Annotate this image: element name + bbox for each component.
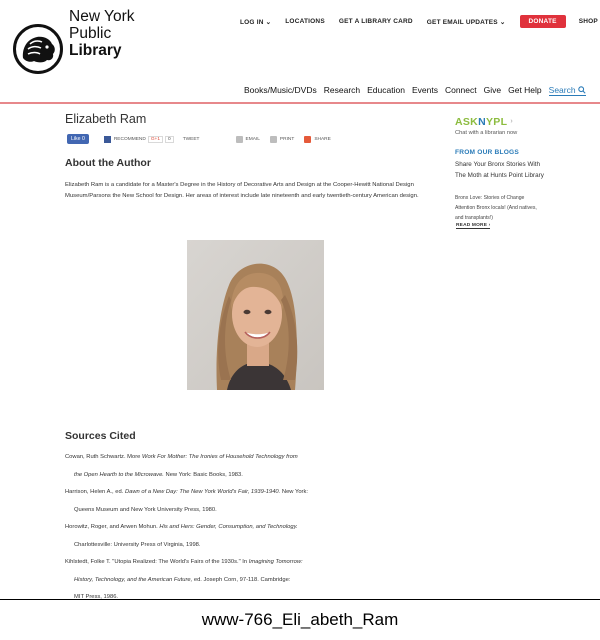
- citation-title: Imagining Tomorrow:: [248, 559, 303, 565]
- blogs-heading: FROM OUR BLOGS: [455, 149, 519, 156]
- page-title: Elizabeth Ram: [65, 112, 147, 126]
- share-icon: [304, 135, 312, 143]
- locations-link[interactable]: LOCATIONS: [285, 18, 325, 25]
- citation-continuation: History, Technology, and the American Fu…: [65, 572, 425, 590]
- search-link[interactable]: Search: [548, 85, 586, 96]
- share-label: SHARE: [314, 136, 331, 142]
- login-link[interactable]: LOG IN ⌄: [240, 18, 271, 26]
- print-icon: [269, 135, 277, 143]
- citation-title: His and Hers: Gender, Consumption, and T…: [159, 524, 298, 530]
- share-bar: Like 0 RECOMMEND G+1 0 TWEET EMAIL PRINT…: [67, 134, 341, 144]
- blog-post-excerpt: Bronx Love: Stories of Change Attention …: [455, 195, 537, 221]
- author-bio: Elizabeth Ram is a candidate for a Maste…: [65, 182, 419, 199]
- author-portrait: [187, 240, 324, 390]
- citation-item: Kihlstedt, Folke T. "Utopia Realized: Th…: [65, 554, 425, 600]
- logo-line-3: Library: [69, 42, 122, 59]
- chevron-down-icon: ⌄: [265, 18, 272, 26]
- ask-nypl-link[interactable]: ASKNYPL ›: [455, 116, 513, 128]
- citation-title: Work For Mother: The Ironies of Househol…: [142, 454, 298, 460]
- citation-author: Kihlstedt, Folke T. "Utopia Realized: Th…: [65, 559, 249, 565]
- main-nav: Books/Music/DVDs Research Education Even…: [244, 85, 586, 96]
- citation-place: New York:: [280, 489, 308, 495]
- login-label: LOG IN: [240, 18, 264, 26]
- google-plus-count: 0: [165, 135, 174, 143]
- search-label: Search: [548, 85, 576, 95]
- print-button[interactable]: PRINT: [269, 135, 295, 143]
- email-icon: [235, 135, 243, 143]
- shop-link[interactable]: SHOP: [579, 18, 598, 25]
- chat-librarian-link[interactable]: Chat with a librarian now: [455, 130, 517, 136]
- citation-publisher: Queens Museum and New York University Pr…: [74, 506, 217, 513]
- email-updates-link[interactable]: GET EMAIL UPDATES ⌄: [427, 18, 506, 26]
- citation-title-cont: History, Technology, and the American Fu…: [74, 576, 193, 583]
- nypl-lion-logo-icon[interactable]: [13, 24, 63, 74]
- read-more-link[interactable]: READ MORE ›: [456, 223, 491, 229]
- nav-item-education[interactable]: Education: [367, 85, 405, 96]
- blog-post-title[interactable]: Share Your Bronx Stories With The Moth a…: [455, 160, 545, 181]
- citation-item: Harrison, Helen A., ed. Dawn of a New Da…: [65, 484, 425, 519]
- ask-label: ASK: [455, 116, 479, 128]
- nav-item-events[interactable]: Events: [412, 85, 438, 96]
- citation-publisher: Charlottesville: University Press of Vir…: [74, 541, 201, 548]
- screenshot-caption: www-766_Eli_abeth_Ram: [201, 610, 399, 629]
- citation-title: Dawn of a New Day: The New York World's …: [124, 489, 281, 495]
- citation-publisher: New York: Basic Books, 1983.: [163, 471, 243, 478]
- email-share-button[interactable]: EMAIL: [235, 135, 260, 143]
- sources-heading: Sources Cited: [65, 430, 136, 442]
- facebook-like-button[interactable]: Like 0: [67, 134, 89, 144]
- citation-item: Horowitz, Roger, and Arwen Mohun. His an…: [65, 519, 425, 554]
- facebook-icon: [103, 135, 111, 143]
- nav-divider: [0, 102, 600, 104]
- tweet-button[interactable]: TWEET: [183, 137, 200, 142]
- screenshot-border: [0, 599, 600, 600]
- nav-item-books[interactable]: Books/Music/DVDs: [244, 85, 317, 96]
- logo-line-1: New York: [69, 8, 135, 25]
- email-label: EMAIL: [245, 136, 260, 142]
- search-icon: [577, 86, 586, 94]
- utility-nav: LOG IN ⌄ LOCATIONS GET A LIBRARY CARD GE…: [240, 15, 600, 28]
- citation-item: Cowan, Ruth Schwartz. More Work For Moth…: [65, 449, 425, 484]
- ask-n-label: N: [478, 116, 486, 128]
- citation-title-cont: the Open Hearth to the Microwave.: [74, 471, 164, 478]
- citation-editor: ed. Joseph Corn, 97-118. Cambridge:: [192, 576, 291, 583]
- google-plus-button[interactable]: G+1: [147, 135, 164, 143]
- email-updates-label: GET EMAIL UPDATES: [426, 18, 498, 26]
- citation-continuation: the Open Hearth to the Microwave. New Yo…: [65, 467, 425, 485]
- citation-author: Cowan, Ruth Schwartz. More: [65, 454, 142, 460]
- citation-author: Horowitz, Roger, and Arwen Mohun.: [65, 524, 160, 530]
- about-heading: About the Author: [65, 157, 151, 169]
- citation-author: Harrison, Helen A., ed.: [65, 489, 125, 495]
- donate-button[interactable]: DONATE: [519, 15, 566, 28]
- chevron-right-icon: ›: [510, 118, 513, 125]
- recommend-button[interactable]: RECOMMEND: [114, 137, 146, 142]
- library-card-link[interactable]: GET A LIBRARY CARD: [339, 18, 413, 25]
- nypl-wordmark[interactable]: New York Public Library: [69, 8, 134, 59]
- ask-ypl-label: YPL: [485, 116, 508, 128]
- nav-item-connect[interactable]: Connect: [445, 85, 477, 96]
- browser-page: New York Public Library LOG IN ⌄ LOCATIO…: [0, 0, 600, 600]
- nav-item-research[interactable]: Research: [324, 85, 360, 96]
- nav-item-give[interactable]: Give: [484, 85, 501, 96]
- print-label: PRINT: [279, 136, 295, 142]
- chevron-down-icon: ⌄: [499, 18, 506, 26]
- logo-line-2: Public: [69, 25, 112, 42]
- share-button[interactable]: SHARE: [304, 135, 331, 143]
- nav-item-get-help[interactable]: Get Help: [508, 85, 542, 96]
